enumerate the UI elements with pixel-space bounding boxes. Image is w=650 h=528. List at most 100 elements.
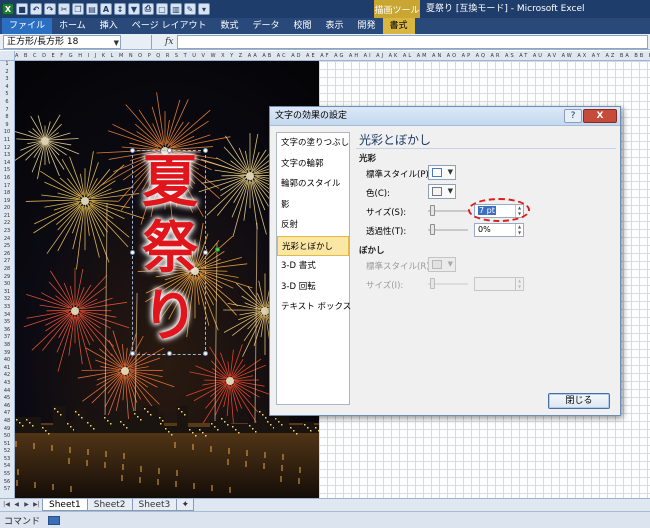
row-number[interactable]: 7 (0, 107, 14, 115)
row-number[interactable]: 8 (0, 114, 14, 122)
category-3d-rotation[interactable]: 3-D 回転 (277, 277, 349, 298)
row-number[interactable]: 25 (0, 243, 14, 251)
sort-icon[interactable]: ↕ (114, 3, 126, 15)
slider-thumb[interactable] (430, 224, 435, 235)
select-all-corner[interactable] (0, 51, 15, 61)
tab-review[interactable]: 校閲 (286, 18, 318, 34)
resize-handle[interactable] (167, 351, 172, 356)
save-icon[interactable]: ■ (16, 3, 28, 15)
glow-size-slider[interactable] (428, 205, 468, 216)
customize-qat-icon[interactable]: ▾ (198, 3, 210, 15)
row-number[interactable]: 50 (0, 433, 14, 441)
last-sheet-icon[interactable]: ▶| (32, 500, 41, 509)
row-number[interactable]: 44 (0, 388, 14, 396)
row-number[interactable]: 41 (0, 365, 14, 373)
chevron-down-icon[interactable]: ▼ (114, 37, 119, 49)
tab-formulas[interactable]: 数式 (213, 18, 245, 34)
row-number[interactable]: 14 (0, 160, 14, 168)
row-number[interactable]: 57 (0, 486, 14, 494)
row-number[interactable]: 33 (0, 304, 14, 312)
glow-transparency-input[interactable]: 0% ▲ ▼ (474, 223, 524, 237)
resize-handle[interactable] (203, 351, 208, 356)
category-outline-style[interactable]: 輪郭のスタイル (277, 174, 349, 195)
copy-icon[interactable]: ❐ (72, 3, 84, 15)
preview-icon[interactable]: ▢ (156, 3, 168, 15)
row-number[interactable]: 51 (0, 441, 14, 449)
spinner-arrows-icon[interactable]: ▲ ▼ (515, 278, 523, 290)
row-number[interactable]: 47 (0, 410, 14, 418)
row-number[interactable]: 23 (0, 228, 14, 236)
row-number[interactable]: 17 (0, 183, 14, 191)
filter-icon[interactable]: ▼ (128, 3, 140, 15)
row-number[interactable]: 35 (0, 319, 14, 327)
resize-handle[interactable] (130, 148, 135, 153)
row-number[interactable]: 31 (0, 289, 14, 297)
row-number[interactable]: 11 (0, 137, 14, 145)
row-number[interactable]: 27 (0, 258, 14, 266)
row-number[interactable]: 30 (0, 281, 14, 289)
row-number[interactable]: 6 (0, 99, 14, 107)
row-number[interactable]: 19 (0, 198, 14, 206)
excel-logo-icon[interactable]: X (2, 3, 14, 15)
row-number[interactable]: 29 (0, 274, 14, 282)
category-3d-format[interactable]: 3-D 書式 (277, 256, 349, 277)
row-number[interactable]: 54 (0, 463, 14, 471)
dialog-title-bar[interactable]: 文字の効果の設定 ? X (270, 107, 620, 126)
row-number[interactable]: 49 (0, 426, 14, 434)
help-button[interactable]: ? (564, 109, 582, 123)
insert-sheet-icon[interactable]: ✦ (176, 499, 195, 511)
paste-icon[interactable]: ▤ (86, 3, 98, 15)
row-number[interactable]: 40 (0, 357, 14, 365)
prev-sheet-icon[interactable]: ◀ (12, 500, 21, 509)
resize-handle[interactable] (203, 250, 208, 255)
tab-insert[interactable]: 挿入 (93, 18, 125, 34)
name-box[interactable]: 正方形/長方形 18 ▼ (3, 34, 121, 49)
category-text-fill[interactable]: 文字の塗りつぶし (277, 133, 349, 154)
row-number[interactable]: 43 (0, 380, 14, 388)
formula-input[interactable] (177, 34, 648, 49)
font-color-icon[interactable]: A (100, 3, 112, 15)
macro-record-icon[interactable] (48, 515, 61, 525)
row-number[interactable]: 22 (0, 220, 14, 228)
category-shadow[interactable]: 影 (277, 195, 349, 216)
close-dialog-button[interactable]: 閉じる (548, 393, 610, 409)
glow-color-button[interactable]: ▼ (428, 184, 456, 199)
tab-data[interactable]: データ (245, 18, 286, 34)
row-number[interactable]: 20 (0, 205, 14, 213)
row-number[interactable]: 10 (0, 129, 14, 137)
row-number[interactable]: 48 (0, 418, 14, 426)
column-headers[interactable]: A B C D E F G H I J K L M N O P Q R S T … (15, 51, 650, 61)
row-number[interactable]: 39 (0, 350, 14, 358)
row-number[interactable]: 53 (0, 456, 14, 464)
row-number[interactable]: 4 (0, 84, 14, 92)
row-number[interactable]: 24 (0, 236, 14, 244)
resize-handle[interactable] (203, 148, 208, 153)
resize-handle[interactable] (130, 250, 135, 255)
row-number[interactable]: 21 (0, 213, 14, 221)
soft-edges-size-input[interactable]: ▲ ▼ (474, 277, 524, 291)
redo-icon[interactable]: ↷ (44, 3, 56, 15)
title-text-shape[interactable]: 夏 祭 り (130, 148, 220, 356)
row-number[interactable]: 52 (0, 448, 14, 456)
row-number[interactable]: 28 (0, 266, 14, 274)
first-sheet-icon[interactable]: |◀ (2, 500, 11, 509)
category-reflection[interactable]: 反射 (277, 215, 349, 236)
tab-developer[interactable]: 開発 (351, 18, 383, 34)
resize-handle[interactable] (130, 351, 135, 356)
row-number[interactable]: 46 (0, 403, 14, 411)
row-number[interactable]: 15 (0, 167, 14, 175)
row-number[interactable]: 56 (0, 479, 14, 487)
tab-file[interactable]: ファイル (2, 18, 53, 34)
cut-icon[interactable]: ✂ (58, 3, 70, 15)
undo-icon[interactable]: ↶ (30, 3, 42, 15)
resize-handle[interactable] (167, 148, 172, 153)
tab-page-layout[interactable]: ページ レイアウト (125, 18, 214, 34)
tab-format[interactable]: 書式 (382, 18, 415, 34)
soft-edges-size-slider[interactable] (428, 278, 468, 289)
sheet-tab-sheet2[interactable]: Sheet2 (86, 499, 133, 511)
next-sheet-icon[interactable]: ▶ (22, 500, 31, 509)
slider-thumb[interactable] (430, 278, 435, 289)
row-number[interactable]: 9 (0, 122, 14, 130)
print-icon[interactable]: ⎙ (142, 3, 154, 15)
sheet-tab-sheet3[interactable]: Sheet3 (131, 499, 178, 511)
